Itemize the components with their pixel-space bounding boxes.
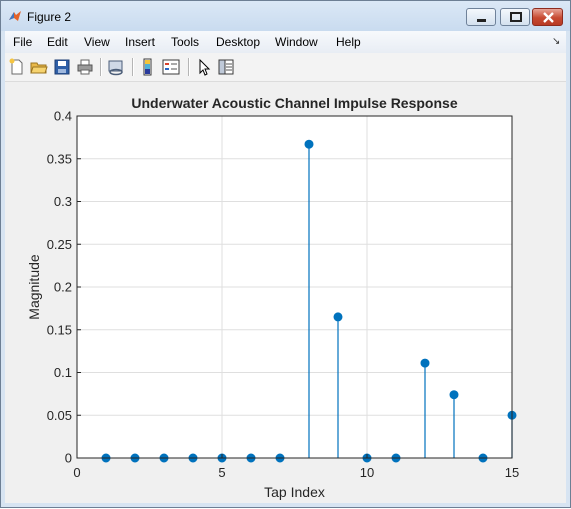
y-tick-label: 0.2 xyxy=(54,280,72,295)
x-tick-label: 10 xyxy=(360,465,374,480)
y-axis-label: Magnitude xyxy=(26,254,42,320)
y-tick-label: 0.25 xyxy=(47,237,72,252)
stem-marker[interactable] xyxy=(333,312,343,322)
chart-title: Underwater Acoustic Channel Impulse Resp… xyxy=(131,95,457,111)
stem-plot: 0 5 10 15 0 0.05 0.1 0.15 0.2 0.25 0.3 0.35 0.4 Unde… xyxy=(26,95,519,500)
stem-marker[interactable] xyxy=(449,390,459,400)
x-tick-label: 0 xyxy=(73,465,80,480)
stem-marker[interactable] xyxy=(304,139,314,149)
x-axis-label: Tap Index xyxy=(264,484,325,500)
y-tick-label: 0.3 xyxy=(54,194,72,209)
y-tick-label: 0.1 xyxy=(54,365,72,380)
y-tick-label: 0 xyxy=(65,451,72,466)
x-tick-label: 5 xyxy=(218,465,225,480)
y-tick-label: 0.4 xyxy=(54,109,72,124)
y-tick-label: 0.15 xyxy=(47,322,72,337)
figure-client: File Edit View Insert Tools Desktop Wind… xyxy=(5,31,566,503)
x-tick-label: 15 xyxy=(505,465,519,480)
figure-window: Figure 2 File Edit View Insert Tools Des… xyxy=(0,0,571,508)
y-tick-label: 0.05 xyxy=(47,408,72,423)
y-tick-label: 0.35 xyxy=(47,151,72,166)
stem-marker[interactable] xyxy=(420,358,430,368)
figure-canvas: 0 5 10 15 0 0.05 0.1 0.15 0.2 0.25 0.3 0.35 0.4 Unde… xyxy=(5,82,566,503)
